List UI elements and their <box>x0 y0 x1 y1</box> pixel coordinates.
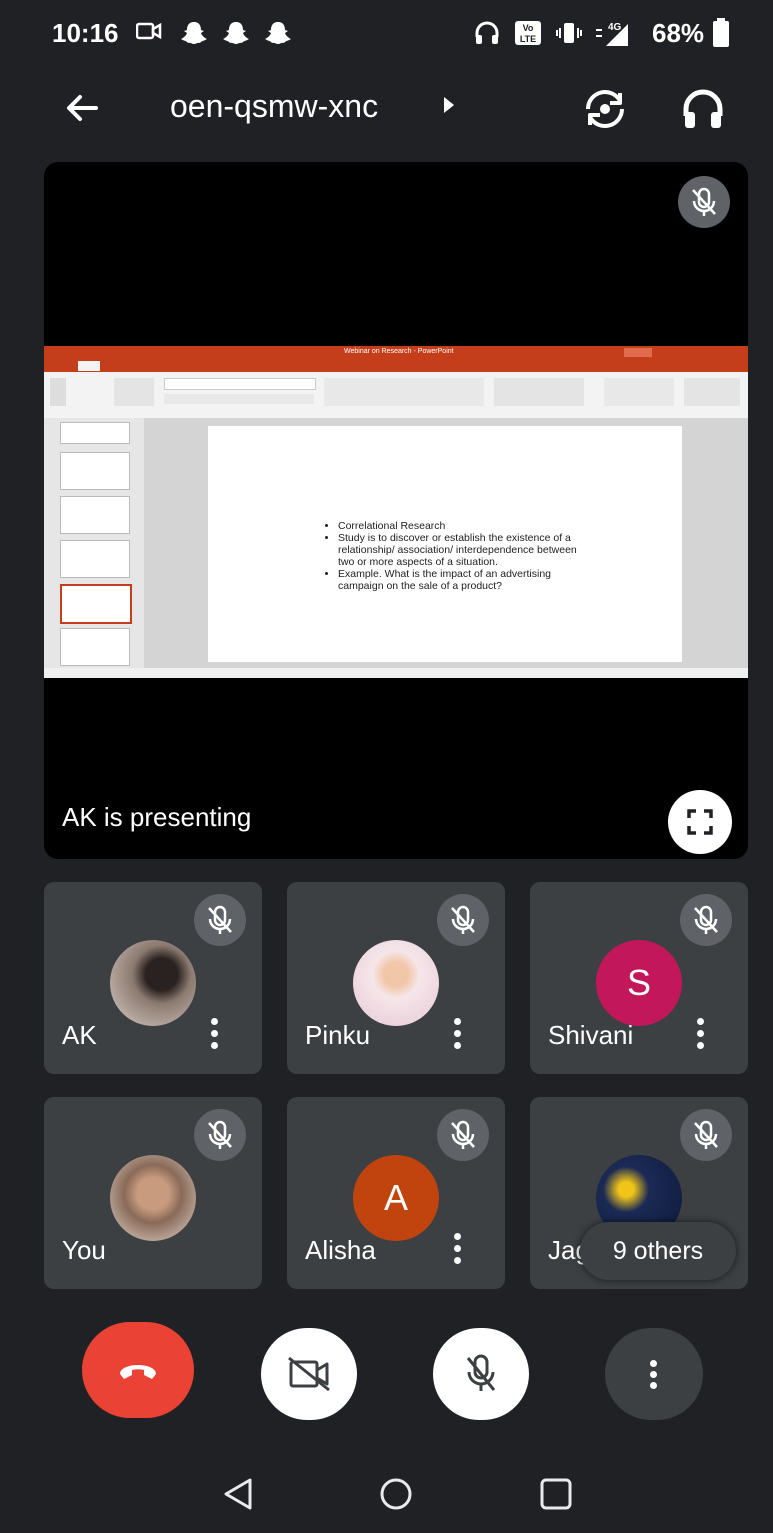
muted-badge <box>194 1109 246 1161</box>
audio-output-button[interactable] <box>680 86 726 132</box>
more-options-button[interactable] <box>447 1231 467 1267</box>
mic-off-icon <box>451 905 475 934</box>
more-options-button[interactable] <box>447 1016 467 1052</box>
back-button[interactable] <box>62 88 102 128</box>
participant-tile[interactable]: AK <box>44 882 262 1074</box>
caret-right-icon[interactable] <box>442 94 456 122</box>
snapchat-icon <box>180 20 208 52</box>
mic-off-icon <box>694 905 718 934</box>
more-options-button[interactable] <box>690 1016 710 1052</box>
participant-tile[interactable]: You <box>44 1097 262 1289</box>
shared-screen: Webinar on Research - PowerPoint • Corre… <box>44 346 748 678</box>
svg-text:LTE: LTE <box>520 34 536 44</box>
muted-badge <box>680 1109 732 1161</box>
battery-icon <box>712 18 730 54</box>
slide-bullet-list: Correlational Research Study is to disco… <box>326 520 588 592</box>
nav-home-icon <box>380 1478 412 1510</box>
status-bar: 10:16 Vo LTE 4G 68% <box>0 0 773 70</box>
nav-home-button[interactable] <box>378 1476 414 1512</box>
nav-recents-icon <box>540 1478 572 1510</box>
muted-badge <box>194 894 246 946</box>
nav-back-icon <box>224 1478 252 1510</box>
mic-off-icon <box>208 1120 232 1149</box>
fullscreen-button[interactable] <box>668 790 732 854</box>
fullscreen-icon <box>687 809 713 835</box>
avatar: S <box>596 940 682 1026</box>
system-nav-bar <box>0 1450 773 1533</box>
battery-level: 68% <box>652 18 705 48</box>
ppt-status-bar <box>44 668 748 678</box>
camera-toggle-button[interactable] <box>261 1328 357 1420</box>
avatar <box>110 940 196 1026</box>
avatar <box>353 940 439 1026</box>
participant-name: Alisha <box>305 1235 376 1265</box>
snapchat-icon <box>264 20 292 52</box>
snapchat-icon <box>222 20 250 52</box>
end-call-icon <box>120 1365 156 1379</box>
slide-bullet: Correlational Research <box>338 520 588 532</box>
participant-name: Pinku <box>305 1020 371 1050</box>
mic-off-icon <box>451 1120 475 1149</box>
video-notification-icon <box>135 20 162 48</box>
nav-back-button[interactable] <box>220 1476 256 1512</box>
presentation-view[interactable]: Webinar on Research - PowerPoint • Corre… <box>44 162 748 859</box>
participant-tile[interactable]: S Shivani <box>530 882 748 1074</box>
avatar: A <box>353 1155 439 1241</box>
mic-off-icon <box>692 187 716 216</box>
switch-camera-button[interactable] <box>582 86 628 132</box>
end-call-button[interactable] <box>82 1322 194 1418</box>
switch-camera-icon <box>586 90 624 128</box>
more-options-button[interactable] <box>605 1328 703 1420</box>
nav-recents-button[interactable] <box>538 1476 574 1512</box>
back-arrow-icon <box>67 95 98 121</box>
others-chip[interactable]: 9 others <box>580 1222 736 1280</box>
ppt-ribbon <box>44 372 748 419</box>
ppt-app-title: Webinar on Research - PowerPoint <box>344 348 454 355</box>
mic-off-icon <box>466 1354 496 1391</box>
headphones-icon <box>683 89 723 128</box>
participant-name: AK <box>62 1020 97 1050</box>
svg-text:4G: 4G <box>608 22 622 33</box>
participant-name: Shivani <box>548 1020 634 1050</box>
muted-badge <box>437 894 489 946</box>
ppt-slide: Correlational Research Study is to disco… <box>208 426 682 662</box>
slide-bullet: Example. What is the impact of an advert… <box>338 568 588 592</box>
muted-badge <box>680 894 732 946</box>
camera-off-icon <box>288 1356 330 1392</box>
ppt-slide-thumbnails <box>44 418 144 668</box>
slide-bullet: Study is to discover or establish the ex… <box>338 532 588 568</box>
presenting-label: AK is presenting <box>62 802 252 832</box>
mic-off-icon <box>208 905 232 934</box>
vibrate-icon <box>556 20 582 52</box>
participant-tile[interactable]: A Alisha <box>287 1097 505 1289</box>
svg-text:Vo: Vo <box>523 23 534 33</box>
presenter-muted-badge <box>678 176 730 228</box>
ppt-title-bar: Webinar on Research - PowerPoint <box>44 346 748 360</box>
headset-status-icon <box>474 20 500 52</box>
mic-toggle-button[interactable] <box>433 1328 529 1420</box>
meeting-code[interactable]: oen-qsmw-xnc <box>170 88 378 125</box>
muted-badge <box>437 1109 489 1161</box>
participant-name: You <box>62 1235 106 1265</box>
signal-icon: 4G <box>592 20 632 54</box>
volte-icon: Vo LTE <box>514 20 542 52</box>
more-options-button[interactable] <box>204 1016 224 1052</box>
status-time: 10:16 <box>52 18 119 48</box>
mic-off-icon <box>694 1120 718 1149</box>
participant-tile[interactable]: Pinku <box>287 882 505 1074</box>
avatar <box>110 1155 196 1241</box>
ppt-ribbon-tabs <box>44 360 748 372</box>
